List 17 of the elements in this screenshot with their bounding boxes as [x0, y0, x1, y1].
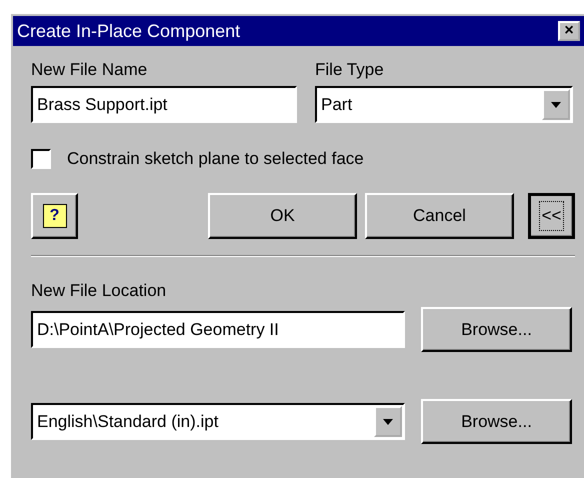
dialog-button[interactable]: Cancel	[365, 193, 514, 239]
field-label: New File Location	[31, 281, 168, 301]
window-title: Create In-Place Component	[17, 20, 240, 42]
field-label: File Type	[315, 60, 385, 80]
template-dropdown[interactable]: English\Standard (in).ipt	[31, 403, 405, 440]
dialog-button[interactable]: OK	[208, 193, 357, 239]
dialog-button[interactable]: <<	[528, 193, 575, 239]
file-type-dropdown[interactable]: Part	[315, 86, 573, 123]
close-button[interactable]: ×	[558, 21, 580, 41]
file-name-field[interactable]: Brass Support.ipt	[31, 86, 297, 123]
browse-button[interactable]: Browse...	[421, 399, 572, 444]
checkbox-label: Constrain sketch plane to selected face	[67, 149, 364, 169]
field-label: New File Name	[31, 60, 148, 80]
file-location-field[interactable]: D:\PointA\Projected Geometry II	[31, 311, 405, 348]
help-button[interactable]: ?	[31, 193, 78, 239]
browse-button[interactable]: Browse...	[421, 307, 572, 352]
checkbox[interactable]	[31, 149, 51, 169]
